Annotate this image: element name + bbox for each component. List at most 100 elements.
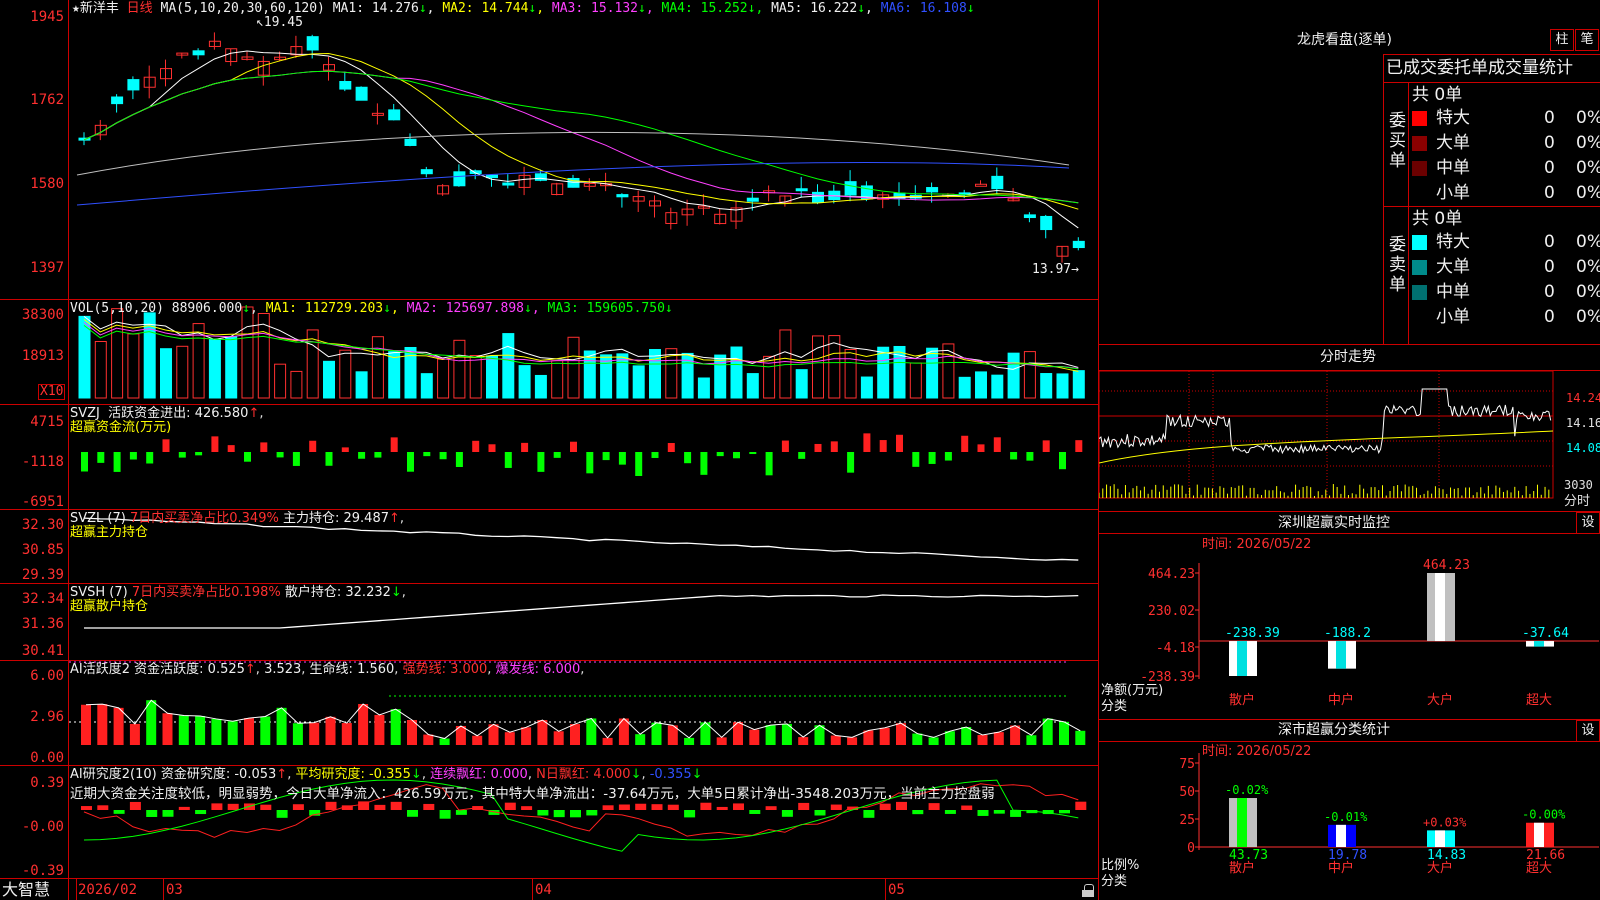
research-bar xyxy=(733,803,744,810)
main-chart-canvas[interactable] xyxy=(69,0,1098,878)
active-bar xyxy=(651,722,662,745)
candle xyxy=(420,169,433,175)
buy-row-name: 特大 xyxy=(1436,108,1470,128)
active-bar xyxy=(1059,721,1069,745)
vol-tick: 38300 xyxy=(21,307,64,323)
research-bar xyxy=(227,803,239,810)
buy-group-label: 委买单 xyxy=(1389,111,1406,171)
active-bar xyxy=(260,716,271,745)
svzj-axis: 4715 -1118 -6951 xyxy=(0,405,68,509)
svzj-bar xyxy=(879,440,887,452)
research-bar xyxy=(260,804,272,810)
active-bar xyxy=(993,732,1004,745)
chart-y-tick: 0 xyxy=(1187,841,1195,856)
bar-category-label: 中户 xyxy=(1328,692,1354,708)
sz-class-xlabel: 分类 xyxy=(1101,874,1128,889)
svzj-header: SVZJ 活跃资金进出: 426.580↑, xyxy=(70,406,264,421)
volume-bar xyxy=(975,371,987,399)
sell-row-count: 0 xyxy=(1544,282,1555,302)
ma1-line xyxy=(83,50,1079,229)
svzj-bar xyxy=(260,442,268,452)
tab-bar-view[interactable]: 柱 xyxy=(1550,29,1574,51)
research-bar xyxy=(586,810,598,816)
svzj-bar xyxy=(602,452,610,461)
volume-bar xyxy=(241,306,254,399)
intraday-chart[interactable] xyxy=(1099,371,1600,511)
candle xyxy=(306,36,319,51)
active-bar xyxy=(863,730,874,745)
svzj-bar xyxy=(570,441,577,452)
sell-row-count: 0 xyxy=(1544,232,1555,252)
active-bar xyxy=(439,738,450,745)
research-bar xyxy=(798,802,810,810)
research-bar xyxy=(570,810,581,818)
volume-bar xyxy=(518,365,531,399)
lhb-table: 已成交委托单成交量统计 委买单 委卖单 共 0单 共 0单 特大 0 0% 大单 0 0%… xyxy=(1383,54,1600,345)
candle xyxy=(453,171,466,187)
date-label: 05 xyxy=(888,882,905,898)
research-tick: 0.39 xyxy=(30,775,64,791)
svzl-tick: 32.30 xyxy=(21,517,64,533)
active-bar xyxy=(162,713,173,745)
volume-bar xyxy=(323,360,335,399)
research-bar xyxy=(684,810,696,818)
bar-delta-label: +0.03% xyxy=(1423,815,1467,829)
active-bar xyxy=(553,731,564,745)
active-bar xyxy=(227,721,238,745)
bar-value-label: 14.83 xyxy=(1427,848,1466,863)
low-price-marker: 13.97→ xyxy=(1032,262,1079,277)
sz-monitor-settings-button[interactable]: 设 xyxy=(1576,512,1600,534)
research-bar xyxy=(928,803,940,810)
research-bar xyxy=(292,804,304,810)
svzj-bar xyxy=(781,440,789,452)
candle xyxy=(111,96,124,105)
ma-params: MA(5,10,20,30,60,120) xyxy=(160,1,325,16)
sell-row-count: 0 xyxy=(1544,257,1555,277)
intraday-tick: 14.16 xyxy=(1566,416,1600,430)
research-header: AI研究度2(10) 资金研究度: -0.053↑, 平均研究度: -0.355… xyxy=(70,767,703,782)
sz-monitor-xlabel: 分类 xyxy=(1101,699,1128,714)
research-bar xyxy=(455,810,467,815)
svzj-bar xyxy=(341,447,349,452)
bar-highlight xyxy=(1237,641,1247,676)
svzj-bar xyxy=(358,452,366,459)
ma2-line xyxy=(83,52,1079,210)
chart-y-tick: 75 xyxy=(1179,757,1195,772)
volume-bar xyxy=(176,345,189,399)
svsh-header: SVSH (7) 7日内买卖净占比0.198% 散户持仓: 32.232↓, xyxy=(70,585,406,600)
bar-value-label: -37.64 xyxy=(1522,626,1569,641)
ma6-readout: MA6: 16.108↓ xyxy=(880,1,975,16)
sz-class-settings-button[interactable]: 设 xyxy=(1576,720,1600,742)
active-bar xyxy=(977,734,988,745)
period-label[interactable]: 日线 xyxy=(127,1,153,16)
price-tick: 1580 xyxy=(30,176,64,192)
research-bar xyxy=(781,810,793,817)
price-header: ★新洋丰 日线 MA(5,10,20,30,60,120) MA1: 14.27… xyxy=(72,1,975,16)
active-bar xyxy=(244,718,254,745)
svzj-bar xyxy=(847,452,855,473)
volume-bar xyxy=(828,335,841,399)
volume-bar xyxy=(616,353,629,399)
candle xyxy=(534,173,547,181)
sz-monitor-title: 深圳超赢实时监控 xyxy=(1278,515,1390,531)
volume-bar xyxy=(714,354,727,399)
bar-value-label: 21.66 xyxy=(1526,848,1565,863)
bar-category-label: 大户 xyxy=(1427,692,1453,708)
candle xyxy=(339,81,352,90)
volume-bar xyxy=(779,329,792,399)
date-divider xyxy=(532,879,533,900)
buy-row-count: 0 xyxy=(1544,183,1555,203)
candle xyxy=(975,183,987,187)
volume-bar xyxy=(551,360,564,399)
date-divider xyxy=(76,879,77,900)
svsh-tick: 30.41 xyxy=(21,643,64,659)
tab-tick-view[interactable]: 笔 xyxy=(1575,29,1599,51)
bar-highlight xyxy=(1336,824,1346,847)
volume-bar xyxy=(127,333,140,399)
favorite-star-icon[interactable]: ★ xyxy=(72,1,80,16)
research-bar xyxy=(716,806,728,810)
svzj-bar xyxy=(716,452,724,457)
research-bar xyxy=(129,801,141,810)
volume-bars xyxy=(78,306,1085,399)
volume-bar xyxy=(567,336,580,399)
